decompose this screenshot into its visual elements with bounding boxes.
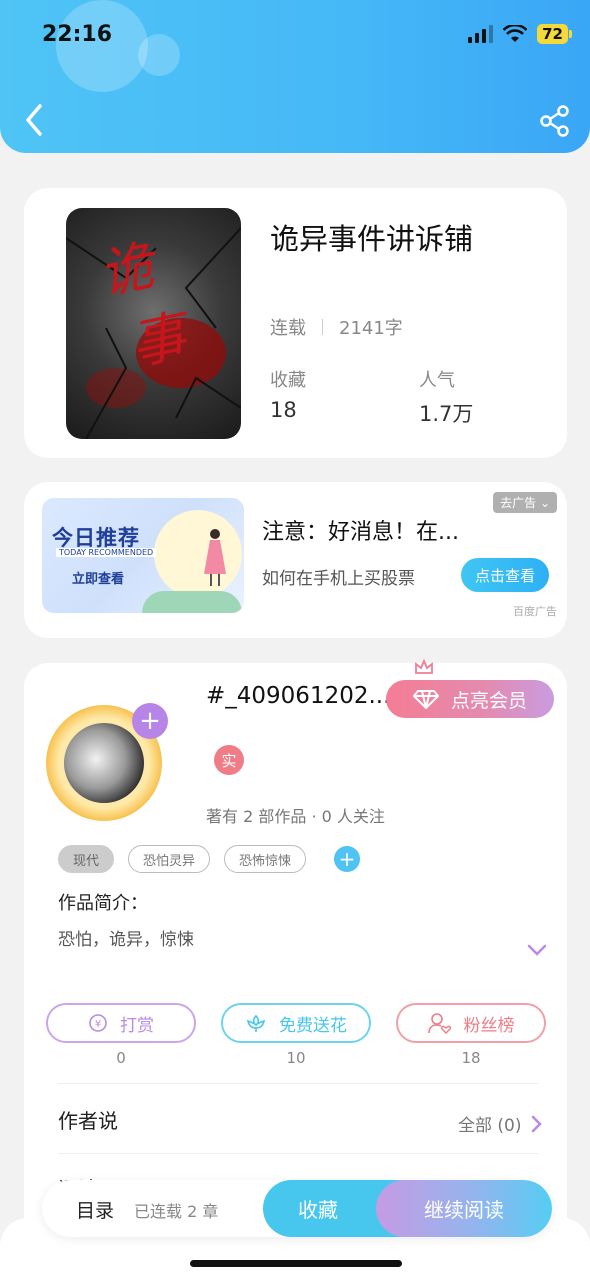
- divider: [58, 1153, 538, 1154]
- follow-plus-icon[interactable]: +: [132, 703, 168, 739]
- author-name[interactable]: #_409061202...: [206, 683, 390, 709]
- battery-icon: 72: [537, 24, 572, 44]
- send-flower-label: 免费送花: [279, 1015, 347, 1036]
- book-cover[interactable]: 诡 事: [66, 208, 241, 439]
- add-tag-icon[interactable]: +: [334, 846, 361, 872]
- fans-count: 18: [461, 1049, 481, 1067]
- author-says-all-link[interactable]: 全部 (0): [458, 1111, 543, 1136]
- remove-ad-label: 去广告: [500, 496, 537, 510]
- vip-button-label: 点亮会员: [450, 689, 527, 712]
- crown-icon: [415, 659, 433, 674]
- avatar-image: [64, 723, 144, 803]
- stat-favorites: 收藏 18: [270, 366, 306, 422]
- tip-count: 0: [116, 1049, 126, 1067]
- stat-value: 1.7万: [419, 402, 474, 426]
- all-link-label: 全部 (0): [458, 1116, 522, 1136]
- ad-decor: [154, 510, 242, 598]
- verified-badge: 实: [214, 745, 244, 775]
- diamond-icon: [412, 690, 439, 709]
- stat-label: 人气: [419, 370, 455, 391]
- stat-label: 收藏: [270, 370, 306, 391]
- wifi-icon: [503, 25, 528, 42]
- coin-icon: ¥: [89, 1014, 107, 1032]
- stat-value: 18: [270, 398, 297, 422]
- fan-ranking-button[interactable]: 粉丝榜: [396, 1003, 546, 1043]
- flower-count: 10: [286, 1049, 306, 1067]
- flower-action: 免费送花 10: [221, 1003, 371, 1067]
- tag-item[interactable]: 恐怕灵异: [128, 845, 211, 873]
- meta-separator: [322, 319, 323, 335]
- ad-image-cta: 立即查看: [72, 572, 125, 587]
- fan-user-icon: [427, 1013, 451, 1034]
- remove-ad-button[interactable]: 去广告 ⌄: [493, 492, 557, 513]
- ad-figure: [204, 529, 226, 586]
- chapter-count: 已连载 2 章: [134, 1202, 219, 1221]
- ad-description: 如何在手机上买股票: [262, 569, 415, 589]
- tip-button[interactable]: ¥ 打赏: [46, 1003, 196, 1043]
- header: 22:16 72: [0, 0, 590, 153]
- ad-card[interactable]: 今日推荐 TODAY RECOMMENDED 立即查看 去广告 ⌄ 注意：好消息…: [24, 482, 567, 638]
- tip-action: ¥ 打赏 0: [46, 1003, 196, 1067]
- vip-button[interactable]: 点亮会员: [386, 680, 554, 718]
- status-icons: 72: [468, 24, 572, 44]
- continue-reading-button[interactable]: 继续阅读: [376, 1180, 552, 1237]
- book-status: 连载: [270, 318, 306, 339]
- author-says-heading: 作者说: [58, 1109, 118, 1133]
- decor-bubble: [138, 34, 180, 76]
- svg-text:¥: ¥: [95, 1019, 101, 1030]
- expand-chevron-icon[interactable]: [526, 941, 548, 959]
- chevron-right-icon: [532, 1115, 543, 1132]
- book-info-card: 诡 事 诡异事件讲诉铺 连载 2141字 收藏 18 人气 1.7万: [24, 188, 567, 458]
- ad-title[interactable]: 注意：好消息！在...: [262, 514, 459, 546]
- ad-view-button[interactable]: 点击查看: [461, 558, 549, 592]
- intro-text: 恐怕，诡异，惊悚: [58, 930, 194, 950]
- tag-item[interactable]: 恐怖惊悚: [224, 845, 307, 873]
- tip-label: 打赏: [120, 1015, 154, 1036]
- status-time: 22:16: [42, 22, 113, 47]
- flower-icon: [246, 1014, 266, 1032]
- cellular-signal-icon: [468, 25, 494, 43]
- book-title: 诡异事件讲诉铺: [270, 222, 474, 256]
- book-word-count: 2141字: [339, 318, 403, 339]
- back-icon[interactable]: [18, 100, 52, 140]
- favorite-label: 收藏: [298, 1198, 338, 1222]
- bottom-action-bar: 目录 已连载 2 章 收藏 继续阅读: [42, 1180, 552, 1237]
- intro-label: 作品简介：: [58, 893, 148, 914]
- book-meta: 连载 2141字: [270, 314, 403, 340]
- ad-image-subtitle: TODAY RECOMMENDED: [56, 548, 157, 557]
- share-icon[interactable]: [538, 104, 572, 138]
- chevron-down-icon: ⌄: [539, 496, 550, 510]
- ad-source: 百度广告: [513, 605, 557, 618]
- divider: [58, 1083, 538, 1084]
- home-indicator: [190, 1260, 402, 1267]
- action-row: ¥ 打赏 0 免费送花 10 粉丝榜 18: [46, 1003, 546, 1067]
- author-works-line: 著有 2 部作品 · 0 人关注: [206, 807, 385, 826]
- send-flower-button[interactable]: 免费送花: [221, 1003, 371, 1043]
- fan-ranking-label: 粉丝榜: [463, 1015, 515, 1036]
- ad-image[interactable]: 今日推荐 TODAY RECOMMENDED 立即查看: [42, 498, 244, 613]
- ad-decor: [142, 591, 242, 613]
- fans-action: 粉丝榜 18: [396, 1003, 546, 1067]
- tag-item[interactable]: 现代: [58, 845, 115, 873]
- stat-popularity: 人气 1.7万: [419, 366, 473, 428]
- toc-button[interactable]: 目录: [76, 1196, 114, 1223]
- tag-list: 现代 恐怕灵异 恐怖惊悚 +: [58, 845, 361, 873]
